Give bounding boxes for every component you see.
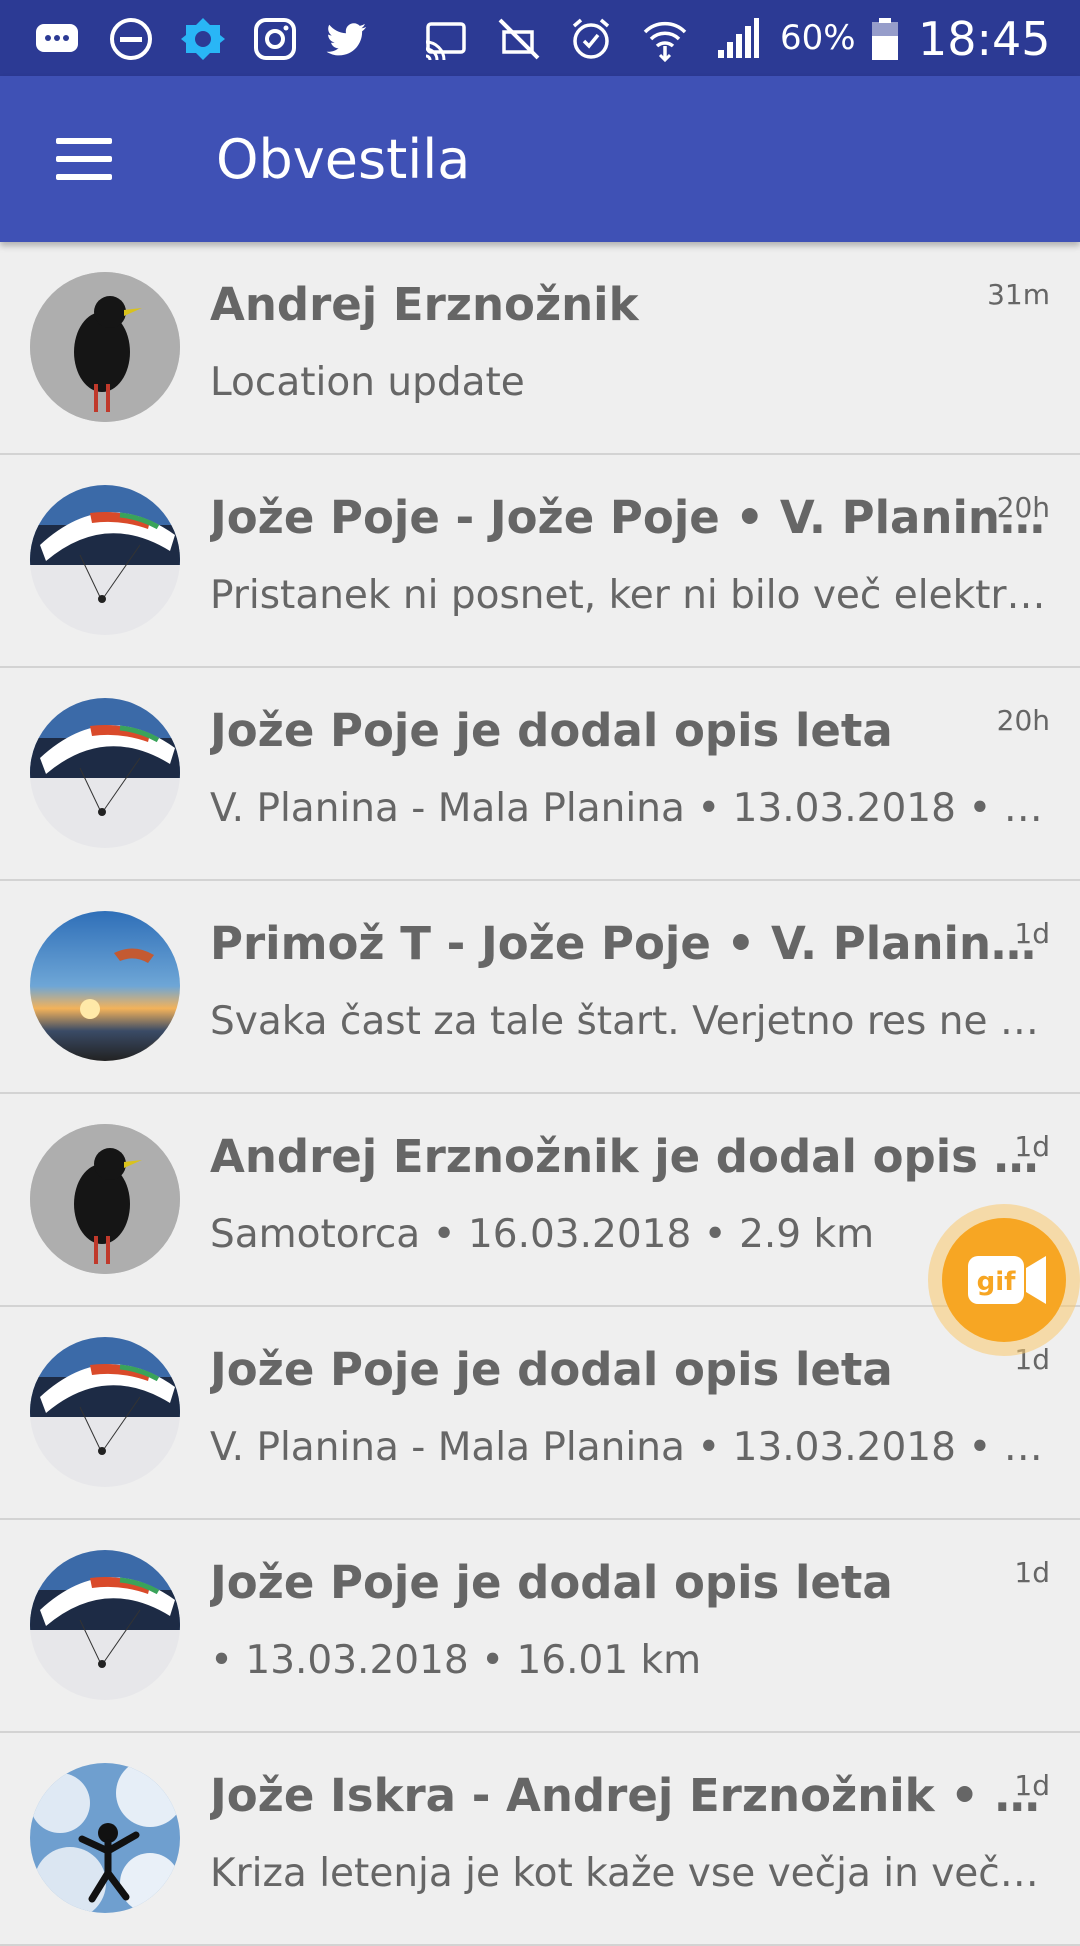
muted-icon bbox=[496, 16, 542, 62]
avatar bbox=[30, 911, 180, 1061]
alarm-icon bbox=[568, 16, 614, 62]
status-time: 18:45 bbox=[918, 12, 1051, 66]
notification-title: Jože Iskra - Andrej Erznožnik • Samo... bbox=[210, 1769, 1050, 1822]
notification-item[interactable]: Primož T - Jože Poje • V. Planina - Ma..… bbox=[0, 881, 1080, 1094]
avatar bbox=[30, 698, 180, 848]
notification-time: 20h bbox=[996, 704, 1050, 737]
notification-time: 1d bbox=[1014, 1769, 1050, 1802]
notification-title: Andrej Erznožnik bbox=[210, 278, 639, 331]
avatar bbox=[30, 272, 180, 422]
notification-time: 20h bbox=[996, 491, 1050, 524]
app-bar: Obvestila bbox=[0, 76, 1080, 242]
notification-title: Jože Poje - Jože Poje • V. Planina - Ma.… bbox=[210, 491, 1050, 544]
instagram-icon bbox=[252, 16, 298, 62]
notification-item[interactable]: Jože Poje - Jože Poje • V. Planina - Ma.… bbox=[0, 455, 1080, 668]
notification-item[interactable]: Andrej Erznožnik je dodal opis leta Samot… bbox=[0, 1094, 1080, 1307]
notification-title: Primož T - Jože Poje • V. Planina - Ma..… bbox=[210, 917, 1050, 970]
notification-time: 31m bbox=[987, 278, 1050, 311]
notification-subtitle: Svaka čast za tale štart. Verjetno res n… bbox=[210, 999, 1050, 1044]
battery-icon bbox=[862, 16, 908, 62]
notification-list: Andrej Erznožnik Location update 31m Jože P… bbox=[0, 242, 1080, 1946]
notification-title: Andrej Erznožnik je dodal opis leta bbox=[210, 1130, 1050, 1183]
do-not-disturb-icon bbox=[108, 16, 154, 62]
notification-item[interactable]: Jože Iskra - Andrej Erznožnik • Samo... K… bbox=[0, 1733, 1080, 1946]
twitter-icon bbox=[324, 16, 370, 62]
notification-item[interactable]: Jože Poje je dodal opis leta • 13.03.201… bbox=[0, 1520, 1080, 1733]
notification-title: Jože Poje je dodal opis leta bbox=[210, 704, 893, 757]
chat-bubble-icon bbox=[34, 16, 80, 62]
cast-icon bbox=[422, 16, 468, 62]
battery-percent: 60% bbox=[780, 18, 856, 58]
notification-subtitle: Samotorca • 16.03.2018 • 2.9 km bbox=[210, 1212, 875, 1257]
notification-time: 1d bbox=[1014, 1556, 1050, 1589]
notification-subtitle: • 13.03.2018 • 16.01 km bbox=[210, 1638, 702, 1683]
gif-camera-icon: gif bbox=[942, 1218, 1066, 1342]
avatar bbox=[30, 1550, 180, 1700]
avatar bbox=[30, 1124, 180, 1274]
status-bar: 60% 18:45 bbox=[0, 0, 1080, 76]
avatar bbox=[30, 485, 180, 635]
wifi-icon bbox=[642, 16, 688, 62]
gif-label: gif bbox=[977, 1267, 1017, 1297]
page-title: Obvestila bbox=[216, 128, 471, 191]
notification-item[interactable]: Jože Poje je dodal opis leta V. Planina -… bbox=[0, 1307, 1080, 1520]
gif-record-button[interactable]: gif bbox=[928, 1204, 1080, 1356]
notification-subtitle: Location update bbox=[210, 360, 525, 405]
notification-item[interactable]: Jože Poje je dodal opis leta V. Planina -… bbox=[0, 668, 1080, 881]
notification-subtitle: V. Planina - Mala Planina • 13.03.2018 •… bbox=[210, 786, 1050, 831]
notification-time: 1d bbox=[1014, 1130, 1050, 1163]
notification-time: 1d bbox=[1014, 917, 1050, 950]
avatar bbox=[30, 1763, 180, 1913]
notification-title: Jože Poje je dodal opis leta bbox=[210, 1556, 893, 1609]
notification-item[interactable]: Andrej Erznožnik Location update 31m bbox=[0, 242, 1080, 455]
notification-subtitle: Kriza letenja je kot kaže vse večja in v… bbox=[210, 1851, 1050, 1896]
notification-subtitle: V. Planina - Mala Planina • 13.03.2018 •… bbox=[210, 1425, 1050, 1470]
brightness-icon bbox=[180, 16, 226, 62]
signal-icon bbox=[714, 16, 760, 62]
notification-subtitle: Pristanek ni posnet, ker ni bilo več ele… bbox=[210, 573, 1050, 618]
notification-title: Jože Poje je dodal opis leta bbox=[210, 1343, 893, 1396]
avatar bbox=[30, 1337, 180, 1487]
hamburger-menu-icon[interactable] bbox=[44, 126, 116, 192]
